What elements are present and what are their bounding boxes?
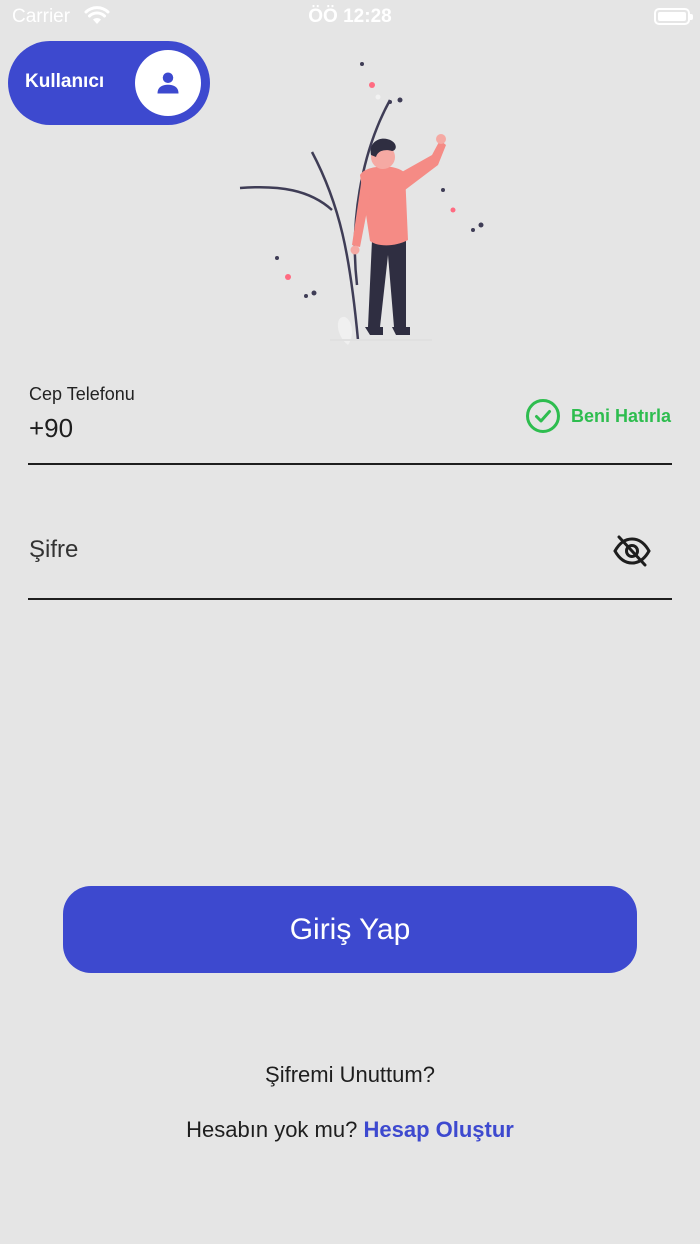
phone-label: Cep Telefonu: [29, 384, 135, 404]
signup-prompt: Hesabın yok mu? Hesap Oluştur: [0, 1117, 700, 1143]
user-type-toggle[interactable]: Kullanıcı: [8, 41, 210, 125]
password-input[interactable]: Şifre: [29, 536, 78, 564]
person-waving-illustration: [239, 62, 484, 345]
no-account-text: Hesabın yok mu?: [186, 1117, 358, 1142]
phone-input[interactable]: +90: [29, 413, 73, 444]
status-bar: Carrier ÖÖ 12:28: [0, 0, 700, 36]
user-type-label: Kullanıcı: [25, 71, 105, 92]
check-circle-icon: [525, 399, 560, 433]
eye-off-icon[interactable]: [612, 533, 652, 574]
forgot-password-link[interactable]: Şifremi Unuttum?: [0, 1062, 700, 1088]
create-account-link[interactable]: Hesap Oluştur: [363, 1117, 513, 1142]
status-time: ÖÖ 12:28: [308, 6, 392, 27]
battery-icon: [654, 8, 693, 25]
remember-me-toggle[interactable]: Beni Hatırla: [525, 398, 671, 434]
person-icon: [157, 72, 179, 94]
phone-underline: [28, 463, 672, 465]
password-underline: [28, 598, 672, 600]
toggle-knob[interactable]: [135, 50, 201, 116]
remember-me-label: Beni Hatırla: [570, 405, 671, 426]
login-button[interactable]: Giriş Yap: [63, 886, 637, 973]
